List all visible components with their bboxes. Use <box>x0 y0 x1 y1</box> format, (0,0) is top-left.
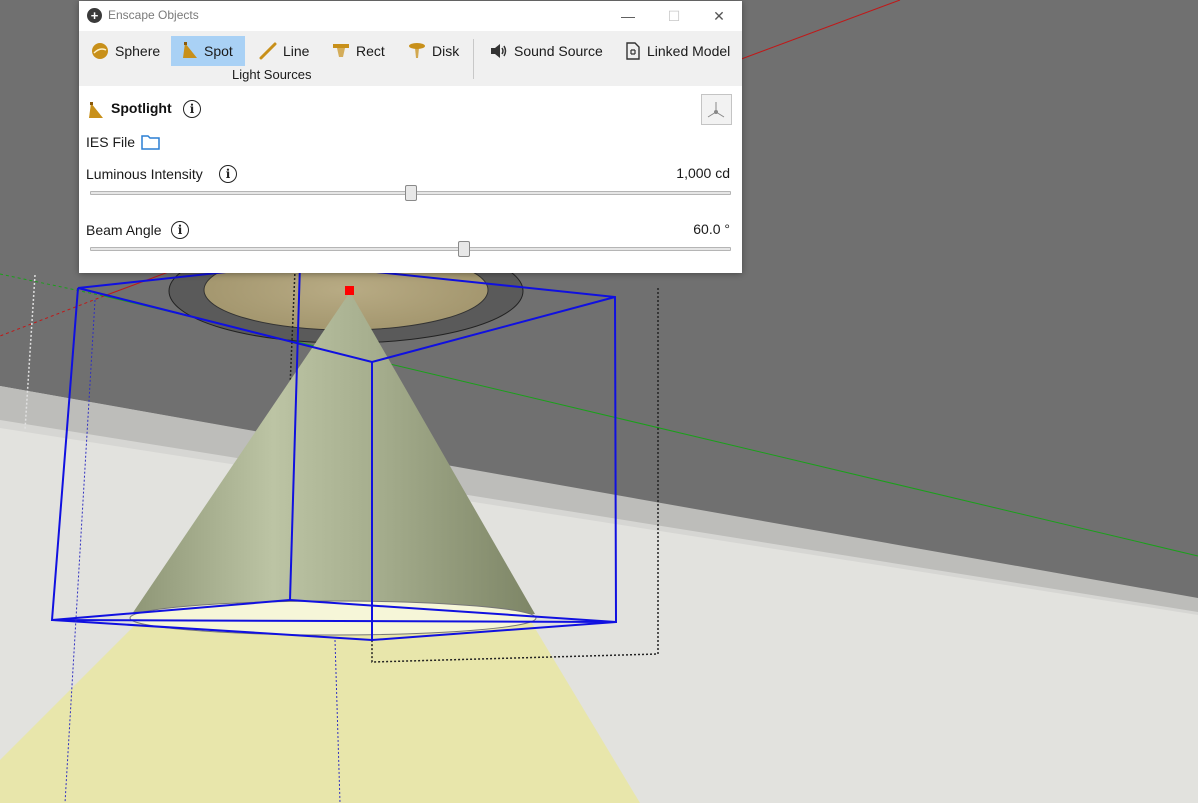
sound-source-label: Sound Source <box>514 43 603 59</box>
maximize-button[interactable]: ☐ <box>651 1 697 31</box>
sphere-label: Sphere <box>115 43 161 59</box>
sound-source-button[interactable]: Sound Source <box>490 36 608 66</box>
ies-file-label: IES File <box>86 134 136 150</box>
spot-label: Spot <box>204 43 233 59</box>
title-bar[interactable]: + Enscape Objects — ☐ ✕ <box>79 1 742 31</box>
spot-icon <box>183 42 197 58</box>
toolbar-separator <box>473 39 474 79</box>
disk-button[interactable]: Disk <box>408 36 468 66</box>
line-icon <box>259 42 277 60</box>
linked-model-icon <box>626 42 640 60</box>
enscape-objects-window: + Enscape Objects — ☐ ✕ Sphere Spot Line… <box>79 1 742 273</box>
disk-label: Disk <box>432 43 460 59</box>
spotlight-info-icon[interactable]: i <box>183 100 201 118</box>
line-label: Line <box>283 43 310 59</box>
beam-angle-slider[interactable] <box>90 247 731 251</box>
luminous-intensity-label: Luminous Intensity <box>86 166 203 182</box>
rect-button[interactable]: Rect <box>332 36 398 66</box>
spotlight-header-icon <box>89 102 103 118</box>
rect-icon <box>333 44 349 57</box>
spotlight-title: Spotlight <box>111 100 172 116</box>
linked-model-button[interactable]: Linked Model <box>625 36 737 66</box>
axes-gizmo-button[interactable] <box>701 94 732 125</box>
sphere-button[interactable]: Sphere <box>84 36 164 66</box>
app-plus-icon: + <box>87 8 102 23</box>
speaker-icon <box>491 44 507 58</box>
minimize-button[interactable]: — <box>605 1 651 31</box>
axes-gizmo-icon <box>707 102 725 118</box>
spot-button[interactable]: Spot <box>171 36 245 66</box>
close-button[interactable]: ✕ <box>696 1 742 31</box>
beam-angle-thumb[interactable] <box>458 241 471 257</box>
folder-icon[interactable] <box>141 134 160 150</box>
rect-label: Rect <box>356 43 385 59</box>
beam-angle-info-icon[interactable]: i <box>171 221 189 239</box>
line-button[interactable]: Line <box>259 36 325 66</box>
sphere-icon <box>92 43 108 59</box>
beam-angle-label: Beam Angle <box>86 222 162 238</box>
toolbar: Sphere Spot Line Rect Disk Light Sources… <box>79 31 742 86</box>
beam-angle-value: 60.0 ° <box>693 221 730 237</box>
cone-base <box>129 600 537 636</box>
luminous-intensity-thumb[interactable] <box>404 185 417 201</box>
cone-apex-handle[interactable] <box>345 286 354 295</box>
window-title: Enscape Objects <box>108 8 199 22</box>
luminous-intensity-value: 1,000 cd <box>676 165 730 181</box>
linked-model-label: Linked Model <box>647 43 731 59</box>
properties-panel: Spotlight i IES File Luminous Intensity … <box>79 86 742 273</box>
disk-icon <box>409 43 425 58</box>
luminous-info-icon[interactable]: i <box>219 165 237 183</box>
light-sources-group-label: Light Sources <box>232 67 312 82</box>
